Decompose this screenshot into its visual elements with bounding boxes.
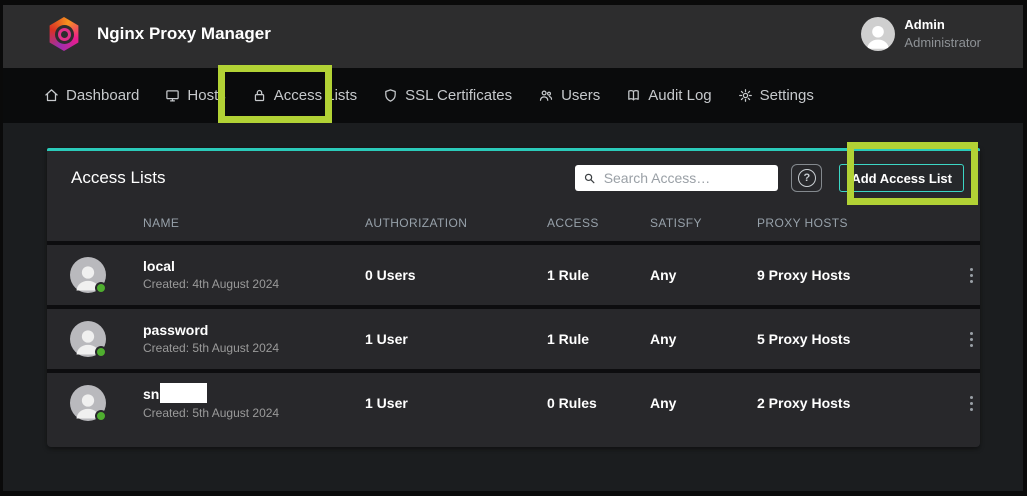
access-lists-panel: Access Lists ? Add Access List NAME AUTH… [47, 148, 980, 447]
created-date: Created: 5th August 2024 [143, 406, 365, 420]
avatar [70, 385, 106, 421]
monitor-icon [165, 88, 180, 103]
row-menu-button[interactable] [956, 260, 986, 290]
search-input[interactable] [604, 170, 771, 186]
main-nav: Dashboard Hosts Access Lists SSL Certifi… [0, 68, 1027, 123]
topbar: Nginx Proxy Manager Admin Administrator [0, 0, 1027, 68]
table-row[interactable]: local Created: 4th August 2024 0 Users 1… [47, 241, 980, 305]
avatar [70, 321, 106, 357]
access-cell: 1 Rule [547, 331, 650, 347]
nav-label: Settings [760, 87, 814, 104]
access-list-name: sn [143, 387, 159, 402]
access-list-name: local [143, 259, 175, 274]
status-online-dot [95, 410, 107, 422]
authorization-cell: 1 User [365, 395, 547, 411]
avatar [70, 257, 106, 293]
window-frame-edge [0, 491, 1027, 496]
kebab-menu-icon [970, 396, 973, 399]
nav-label: SSL Certificates [405, 87, 512, 104]
question-icon: ? [798, 169, 816, 187]
satisfy-cell: Any [650, 395, 757, 411]
kebab-menu-icon [970, 332, 973, 335]
nav-item-hosts[interactable]: Hosts [165, 87, 225, 104]
search-box [575, 165, 778, 191]
book-icon [626, 88, 641, 103]
search-icon [583, 171, 596, 186]
page-title: Access Lists [71, 168, 165, 188]
add-access-list-button[interactable]: Add Access List [839, 164, 964, 192]
satisfy-cell: Any [650, 267, 757, 283]
proxy-hosts-cell: 9 Proxy Hosts [757, 267, 948, 283]
created-date: Created: 5th August 2024 [143, 341, 365, 355]
nav-item-access-lists[interactable]: Access Lists [252, 87, 357, 104]
nav-item-audit-log[interactable]: Audit Log [626, 87, 711, 104]
nginx-proxy-manager-logo-icon [48, 17, 80, 51]
table-header: NAME AUTHORIZATION ACCESS SATISFY PROXY … [47, 205, 980, 241]
nav-item-users[interactable]: Users [538, 87, 600, 104]
home-icon [44, 88, 59, 103]
access-list-name: password [143, 323, 208, 338]
user-role: Administrator [904, 34, 981, 52]
user-menu[interactable]: Admin Administrator [861, 16, 981, 51]
status-online-dot [95, 346, 107, 358]
nav-item-dashboard[interactable]: Dashboard [44, 87, 139, 104]
access-cell: 0 Rules [547, 395, 650, 411]
avatar [861, 17, 895, 51]
table-row[interactable]: password Created: 5th August 2024 1 User… [47, 305, 980, 369]
row-menu-button[interactable] [956, 324, 986, 354]
lock-icon [252, 88, 267, 103]
status-online-dot [95, 282, 107, 294]
nav-item-ssl-certificates[interactable]: SSL Certificates [383, 87, 512, 104]
kebab-menu-icon [970, 268, 973, 271]
nav-label: Hosts [187, 87, 225, 104]
nav-label: Dashboard [66, 87, 139, 104]
redaction-box [160, 383, 207, 403]
proxy-hosts-cell: 2 Proxy Hosts [757, 395, 948, 411]
help-button[interactable]: ? [791, 164, 822, 192]
col-header-access: ACCESS [547, 216, 650, 230]
created-date: Created: 4th August 2024 [143, 277, 365, 291]
shield-icon [383, 88, 398, 103]
col-header-name: NAME [143, 216, 365, 230]
nav-label: Audit Log [648, 87, 711, 104]
authorization-cell: 0 Users [365, 267, 547, 283]
table-row[interactable]: sn Created: 5th August 2024 1 User 0 Rul… [47, 369, 980, 433]
app-title: Nginx Proxy Manager [97, 24, 271, 44]
user-name: Admin [904, 16, 981, 34]
nav-item-settings[interactable]: Settings [738, 87, 814, 104]
satisfy-cell: Any [650, 331, 757, 347]
col-header-proxy-hosts: PROXY HOSTS [757, 216, 948, 230]
gear-icon [738, 88, 753, 103]
nav-label: Access Lists [274, 87, 357, 104]
authorization-cell: 1 User [365, 331, 547, 347]
col-header-authorization: AUTHORIZATION [365, 216, 547, 230]
proxy-hosts-cell: 5 Proxy Hosts [757, 331, 948, 347]
access-cell: 1 Rule [547, 267, 650, 283]
nav-label: Users [561, 87, 600, 104]
row-menu-button[interactable] [956, 388, 986, 418]
col-header-satisfy: SATISFY [650, 216, 757, 230]
panel-header: Access Lists ? Add Access List [47, 151, 980, 205]
users-icon [538, 88, 554, 103]
